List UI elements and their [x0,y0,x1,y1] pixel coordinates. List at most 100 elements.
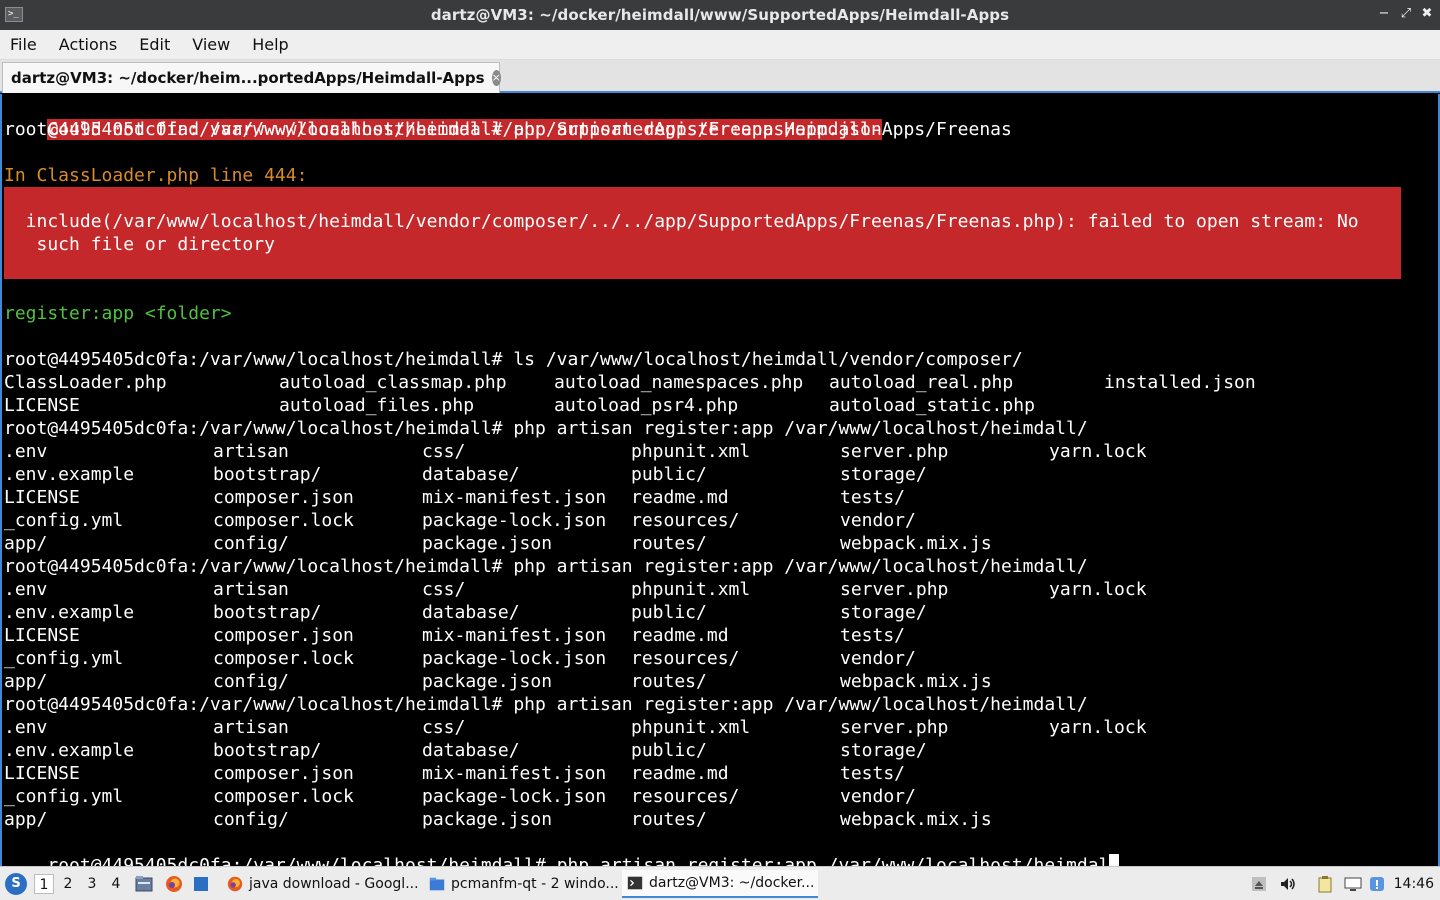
directory-entry: public/ [631,464,707,485]
directory-entry: public/ [631,740,707,761]
ls-entry: autoload_namespaces.php [554,372,804,393]
directory-entry: app/ [4,671,48,692]
tab-bar: dartz@VM3: ~/docker/heim...portedApps/He… [0,60,1440,93]
desktop-1[interactable]: 1 [34,874,54,894]
directory-entry: resources/ [631,510,740,531]
file-manager-icon[interactable] [134,874,154,894]
taskbar: S 1 2 3 4 java download - Googl... pcman… [0,866,1440,900]
directory-entry: css/ [422,579,466,600]
directory-entry: tests/ [840,763,906,784]
desktop-4[interactable]: 4 [106,874,126,894]
directory-entry: routes/ [631,533,707,554]
exception-location: In ClassLoader.php line 444: [4,165,308,186]
register-command-line: root@4495405dc0fa:/var/www/localhost/hei… [4,694,1088,715]
desktop-2[interactable]: 2 [58,874,78,894]
directory-entry: database/ [422,602,520,623]
menu-bar: File Actions Edit View Help [0,30,1440,60]
directory-entry: yarn.lock [1049,579,1147,600]
directory-row: .env artisan css/phpunit.xml server.php yarn… [2,578,1438,601]
directory-entry: server.php [840,579,949,600]
directory-entry: _config.yml [4,786,124,807]
menu-help[interactable]: Help [252,35,288,54]
directory-entry: composer.json [213,487,354,508]
tab-close-icon[interactable]: × [491,70,501,86]
window-titlebar[interactable]: >_ dartz@VM3: ~/docker/heimdall/www/Supp… [0,0,1440,30]
directory-entry: public/ [631,602,707,623]
directory-entry: composer.lock [213,510,354,531]
start-menu-icon[interactable]: S [5,873,27,895]
command-line: root@4495405dc0fa:/var/www/localhost/hei… [4,119,1012,140]
show-desktop-icon[interactable] [191,874,211,894]
directory-row: .env.example bootstrap/database/public/st… [2,739,1438,762]
ls-entry: autoload_static.php [829,395,1035,416]
directory-entry: composer.lock [213,648,354,669]
maximize-button[interactable]: ⤢ [1399,6,1413,22]
task-terminal[interactable]: dartz@VM3: ~/docker... [622,870,818,898]
menu-edit[interactable]: Edit [139,35,170,54]
directory-row: .env artisan css/phpunit.xml server.php yarn… [2,716,1438,739]
directory-entry: LICENSE [4,625,80,646]
desktop-3[interactable]: 3 [82,874,102,894]
ls-output-row: ClassLoader.php autoload_classmap.php au… [2,371,1438,394]
menu-view[interactable]: View [192,35,230,54]
directory-entry: server.php [840,717,949,738]
menu-actions[interactable]: Actions [59,35,117,54]
directory-entry: yarn.lock [1049,717,1147,738]
terminal-tab[interactable]: dartz@VM3: ~/docker/heim...portedApps/He… [2,62,501,93]
directory-entry: routes/ [631,671,707,692]
volume-icon[interactable] [1279,875,1297,893]
directory-row: .env artisan css/phpunit.xml server.php yarn… [2,440,1438,463]
directory-entry: database/ [422,740,520,761]
ls-entry: LICENSE [4,395,80,416]
eject-icon[interactable] [1250,875,1268,893]
task-label: dartz@VM3: ~/docker... [649,875,815,891]
directory-entry: server.php [840,441,949,462]
directory-entry: composer.json [213,763,354,784]
directory-entry: package-lock.json [422,648,607,669]
directory-entry: artisan [213,717,289,738]
terminal-output[interactable]: Could not find /var/www/localhost/heimda… [0,94,1440,866]
error-box: include(/var/www/localhost/heimdall/vend… [4,187,1401,279]
clipboard-icon[interactable] [1316,875,1334,893]
directory-row: .env.example bootstrap/database/public/st… [2,463,1438,486]
directory-entry: vendor/ [840,510,916,531]
directory-entry: config/ [213,533,289,554]
task-label: java download - Googl... [249,876,418,892]
tab-label: dartz@VM3: ~/docker/heim...portedApps/He… [11,69,485,87]
directory-entry: composer.json [213,625,354,646]
directory-entry: phpunit.xml [631,717,751,738]
directory-row: .env.example bootstrap/database/public/st… [2,601,1438,624]
network-icon[interactable] [1344,875,1362,893]
directory-entry: artisan [213,579,289,600]
directory-entry: tests/ [840,625,906,646]
ls-entry: autoload_psr4.php [554,395,739,416]
directory-entry: app/ [4,533,48,554]
directory-entry: package.json [422,809,553,830]
directory-entry: phpunit.xml [631,441,751,462]
directory-entry: package.json [422,671,553,692]
directory-entry: .env [4,579,48,600]
directory-entry: _config.yml [4,510,124,531]
active-prompt[interactable]: root@4495405dc0fa:/var/www/localhost/hei… [4,831,1120,866]
task-file-manager[interactable]: pcmanfm-qt - 2 windo... [424,870,618,898]
prompt-text: root@4495405dc0fa:/var/www/localhost/hei… [47,855,1110,866]
directory-entry: vendor/ [840,786,916,807]
directory-row: _config.yml composer.lock package-lock.jso… [2,785,1438,808]
clock[interactable]: 14:46 [1394,876,1434,892]
directory-row: _config.yml composer.lock package-lock.jso… [2,647,1438,670]
directory-row: app/config/package.json routes/webpack.mi… [2,532,1438,555]
firefox-icon[interactable] [164,874,184,894]
directory-entry: bootstrap/ [213,740,322,761]
text-cursor [1109,854,1120,866]
directory-entry: webpack.mix.js [840,809,992,830]
task-browser[interactable]: java download - Googl... [222,870,418,898]
directory-entry: .env [4,717,48,738]
update-notifier-icon[interactable] [1368,875,1386,893]
menu-file[interactable]: File [10,35,37,54]
close-button[interactable]: ✖ [1420,6,1434,22]
directory-entry: LICENSE [4,763,80,784]
directory-entry: mix-manifest.json [422,625,607,646]
terminal-icon: >_ [5,7,23,22]
directory-entry: readme.md [631,763,729,784]
minimize-button[interactable]: − [1377,6,1391,22]
